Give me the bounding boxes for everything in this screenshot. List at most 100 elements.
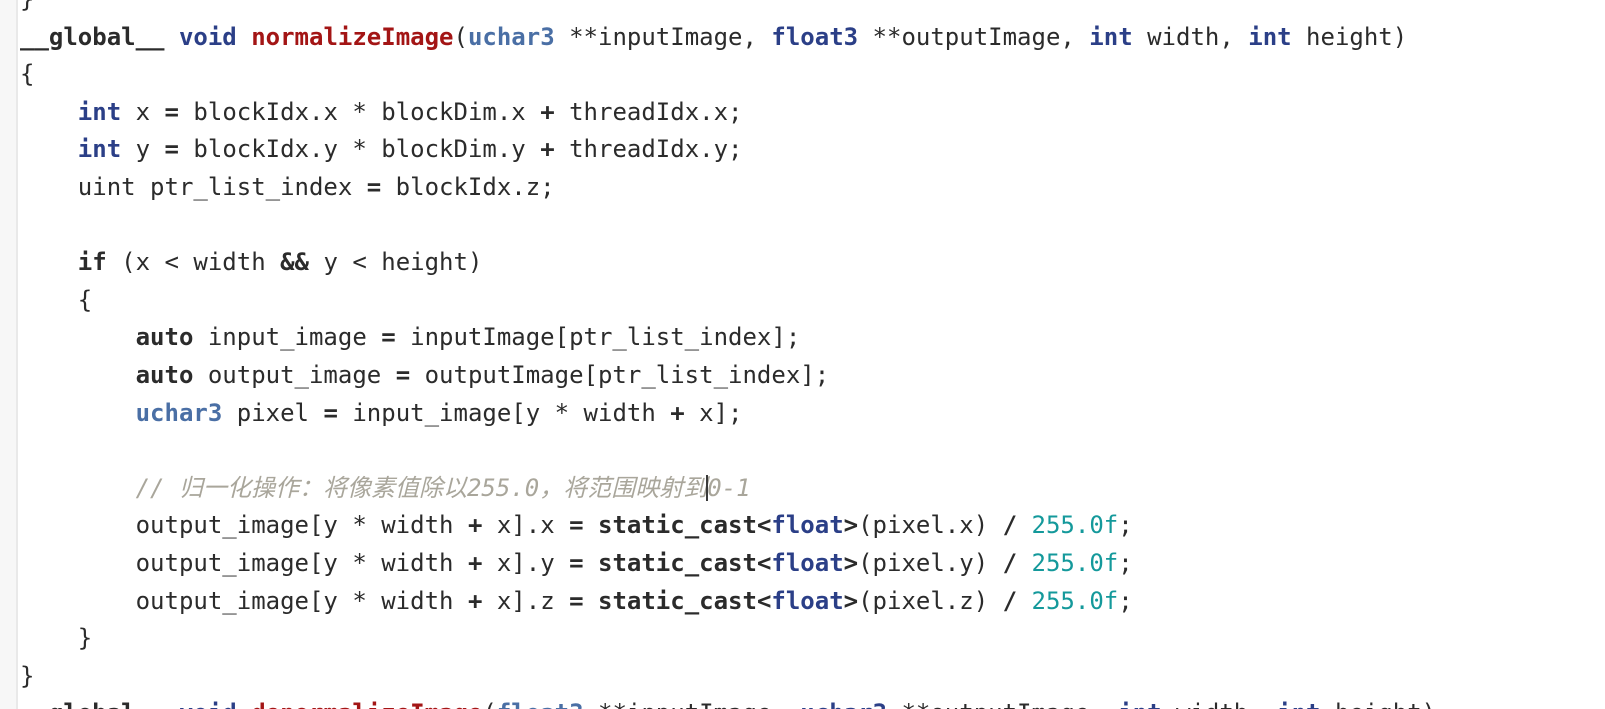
line-next-kernel-signature[interactable]: __global__ void denormalizeImage(float3 … — [20, 695, 1605, 709]
token-type: float — [771, 511, 844, 540]
token-kw: static_cast — [598, 586, 757, 615]
token-plain: input_image — [193, 323, 382, 352]
token-plain: blockIdx.z; — [381, 172, 555, 201]
token-op: && — [280, 248, 309, 277]
token-num: 255.0f — [1031, 586, 1119, 615]
token-type2: uchar3 — [467, 22, 555, 51]
token-punct: ( — [453, 22, 468, 51]
token-plain: **inputImage, — [584, 699, 801, 709]
token-plain: x].z — [482, 586, 570, 615]
token-op: = — [381, 323, 396, 352]
token-fn: denormalizeImage — [251, 699, 482, 709]
editor-gutter — [0, 0, 18, 709]
token-plain: x].x — [482, 511, 570, 540]
line-if-open-brace[interactable]: { — [20, 282, 1605, 320]
line-decl-y[interactable]: int y = blockIdx.y * blockDim.y + thread… — [20, 131, 1605, 169]
token-plain: outputImage[ptr_list_index]; — [410, 360, 830, 389]
line-decl-pixel[interactable]: uchar3 pixel = input_image[y * width + x… — [20, 395, 1605, 433]
token-type: float — [771, 548, 844, 577]
token-op: = — [164, 135, 179, 164]
line-if-close-brace[interactable]: } — [20, 620, 1605, 658]
token-plain: threadIdx.y; — [554, 135, 743, 164]
line-kernel-open-brace[interactable]: { — [20, 56, 1605, 94]
token-comment-cjk: 归一化操作：将像素值除以 — [178, 473, 467, 502]
line-normalize-y[interactable]: output_image[y * width + x].y = static_c… — [20, 545, 1605, 583]
token-type: float — [771, 586, 844, 615]
token-type: uchar3 — [800, 699, 887, 709]
token-plain: ; — [1118, 511, 1133, 540]
token-op: / — [1002, 586, 1018, 615]
token-plain: blockIdx.x * blockDim.x — [178, 97, 541, 126]
token-plain: **outputImage, — [887, 699, 1118, 709]
token-op: + — [467, 548, 483, 577]
line-auto-input-image[interactable]: auto input_image = inputImage[ptr_list_i… — [20, 319, 1605, 357]
code-editor[interactable]: }__global__ void normalizeImage(uchar3 *… — [0, 0, 1605, 709]
token-kw: > — [843, 511, 859, 540]
token-type: int — [77, 97, 122, 126]
line-normalize-comment[interactable]: // 归一化操作：将像素值除以255.0，将范围映射到0-1 — [20, 470, 1605, 508]
token-op: / — [1002, 548, 1018, 577]
token-plain: output_image[y * width — [20, 586, 468, 615]
line-auto-output-image[interactable]: auto output_image = outputImage[ptr_list… — [20, 357, 1605, 395]
token-type: int — [77, 135, 122, 164]
token-plain: height) — [1321, 699, 1436, 709]
token-fn: normalizeImage — [251, 22, 454, 51]
token-op: = — [164, 97, 179, 126]
token-plain: (pixel.x) — [858, 511, 1003, 540]
token-kw: auto — [135, 360, 194, 389]
token-num: 255.0f — [1031, 548, 1119, 577]
token-op: = — [569, 586, 584, 615]
line-blank-1[interactable] — [20, 207, 1605, 245]
line-prev-close-brace[interactable]: } — [20, 0, 1605, 19]
token-op: = — [569, 511, 584, 540]
token-op: + — [540, 135, 555, 164]
line-decl-ptr-list-index[interactable]: uint ptr_list_index = blockIdx.z; — [20, 169, 1605, 207]
line-kernel-signature[interactable]: __global__ void normalizeImage(uchar3 **… — [20, 19, 1605, 57]
token-plain: width, — [1162, 699, 1278, 709]
token-op: = — [569, 548, 584, 577]
token-plain: ; — [1118, 548, 1133, 577]
token-plain: (x < width — [106, 248, 281, 277]
token-comment-cjk: ，将范围映射到 — [539, 473, 708, 502]
token-plain: inputImage[ptr_list_index]; — [395, 323, 801, 352]
token-type: int — [1277, 699, 1320, 709]
token-plain: input_image[y * width — [337, 398, 671, 427]
token-plain: height) — [1291, 22, 1408, 51]
token-type: void — [179, 699, 237, 709]
line-decl-x[interactable]: int x = blockIdx.x * blockDim.x + thread… — [20, 94, 1605, 132]
token-type2: uchar3 — [135, 398, 223, 427]
code-content[interactable]: }__global__ void normalizeImage(uchar3 *… — [20, 0, 1605, 709]
token-op: + — [540, 97, 555, 126]
token-plain: output_image[y * width — [20, 548, 468, 577]
line-normalize-z[interactable]: output_image[y * width + x].z = static_c… — [20, 583, 1605, 621]
line-bounds-check-if[interactable]: if (x < width && y < height) — [20, 244, 1605, 282]
token-kw: > — [843, 548, 859, 577]
token-plain: { — [20, 285, 93, 314]
line-kernel-close-brace[interactable]: } — [20, 658, 1605, 696]
token-comment: // — [135, 473, 179, 502]
token-plain: width, — [1132, 22, 1249, 51]
token-plain: x]; — [684, 398, 743, 427]
token-type: int — [1118, 699, 1161, 709]
token-plain: output_image[y * width — [20, 511, 468, 540]
token-plain: uint ptr_list_index — [20, 172, 367, 201]
token-punct: ( — [482, 699, 496, 709]
token-kw: __global__ — [20, 699, 165, 709]
line-blank-2[interactable] — [20, 432, 1605, 470]
line-normalize-x[interactable]: output_image[y * width + x].x = static_c… — [20, 507, 1605, 545]
token-plain: (pixel.z) — [858, 586, 1003, 615]
token-kw: static_cast — [598, 511, 757, 540]
token-plain: x].y — [482, 548, 570, 577]
token-plain: pixel — [222, 398, 324, 427]
token-plain: **outputImage, — [858, 22, 1090, 51]
token-op: + — [670, 398, 685, 427]
